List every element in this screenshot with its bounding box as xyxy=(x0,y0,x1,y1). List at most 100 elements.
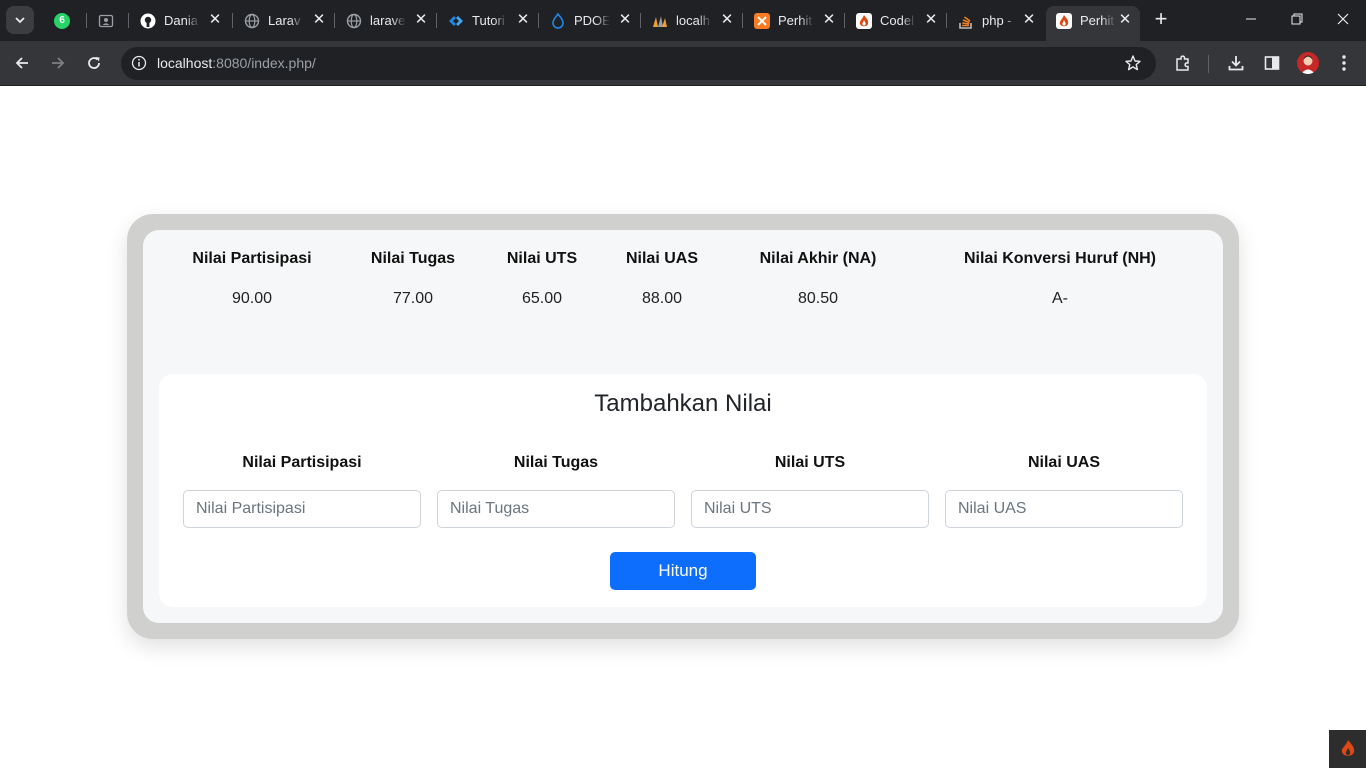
tab-search-button[interactable] xyxy=(6,6,34,34)
tab-title: PDOE xyxy=(574,13,610,28)
uas-input[interactable] xyxy=(945,490,1183,528)
bookmark-star-icon[interactable] xyxy=(1124,54,1142,72)
form-title: Tambahkan Nilai xyxy=(594,390,772,417)
add-grade-form: Tambahkan Nilai Nilai Partisipasi Nilai … xyxy=(159,374,1207,607)
browser-tab[interactable] xyxy=(88,6,126,35)
close-tab-icon[interactable]: ✕ xyxy=(1118,12,1132,27)
field-label: Nilai Partisipasi xyxy=(242,454,362,471)
tab-title: Codel xyxy=(880,13,914,28)
results-header: Nilai Akhir (NA) xyxy=(759,250,877,267)
browser-tab[interactable]: PDOE ✕ xyxy=(540,6,640,35)
result-column: Nilai Akhir (NA) 80.50 xyxy=(743,250,893,308)
close-tab-icon[interactable]: ✕ xyxy=(1022,12,1036,27)
browser-tab[interactable]: larave ✕ xyxy=(336,6,436,35)
codeigniter-debug-toolbar-icon[interactable] xyxy=(1329,730,1366,768)
download-icon[interactable] xyxy=(1226,53,1246,73)
url-text[interactable]: localhost:8080/index.php/ xyxy=(157,55,316,71)
close-tab-icon[interactable]: ✕ xyxy=(720,12,734,27)
codeigniter-icon xyxy=(1056,12,1072,29)
hitung-button[interactable]: Hitung xyxy=(610,552,756,590)
restore-window-icon[interactable] xyxy=(1283,8,1311,32)
close-tab-icon[interactable]: ✕ xyxy=(414,12,428,27)
results-value: 77.00 xyxy=(392,290,434,307)
field-label: Nilai UAS xyxy=(1027,454,1100,471)
results-value: 90.00 xyxy=(231,290,273,307)
result-column: Nilai UTS 65.00 xyxy=(494,250,590,308)
tab-title: Dania xyxy=(164,13,198,28)
results-header: Nilai UAS xyxy=(625,250,698,267)
minimize-window-icon[interactable] xyxy=(1237,8,1265,32)
url-host: localhost xyxy=(157,55,213,71)
profile-avatar[interactable] xyxy=(1297,52,1319,74)
tab-badge: 6 xyxy=(59,15,65,26)
close-tab-icon[interactable]: ✕ xyxy=(822,12,836,27)
tab-title: Perhit xyxy=(1080,13,1114,28)
result-column: Nilai Konversi Huruf (NH) A- xyxy=(949,250,1171,308)
github-icon xyxy=(140,13,156,29)
reload-icon xyxy=(88,57,100,69)
arrow-left-icon xyxy=(15,57,28,69)
extensions-puzzle-icon[interactable] xyxy=(1173,53,1193,73)
results-header: Nilai Partisipasi xyxy=(192,250,312,267)
result-column: Nilai Tugas 77.00 xyxy=(349,250,477,308)
browser-tab[interactable]: Codel ✕ xyxy=(846,6,946,35)
results-value: A- xyxy=(1052,290,1068,307)
new-tab-button[interactable]: + xyxy=(1150,8,1172,31)
codeigniter-icon xyxy=(856,12,872,29)
forward-button[interactable] xyxy=(46,51,70,75)
results-value: 65.00 xyxy=(521,290,563,307)
browser-tab-active[interactable]: Perhit ✕ xyxy=(1046,6,1140,41)
browser-tab[interactable]: Larav ✕ xyxy=(234,6,334,35)
side-panel-icon[interactable] xyxy=(1262,53,1282,73)
stackoverflow-icon xyxy=(958,13,974,29)
phpmyadmin-icon xyxy=(652,13,668,29)
browser-tab[interactable]: Perhit ✕ xyxy=(744,6,844,35)
reload-button[interactable] xyxy=(82,51,106,75)
close-tab-icon[interactable]: ✕ xyxy=(618,12,632,27)
browser-tab[interactable]: 6 xyxy=(44,6,82,35)
field-label: Nilai Tugas xyxy=(513,454,599,471)
close-tab-icon[interactable]: ✕ xyxy=(208,12,222,27)
xampp-icon xyxy=(754,12,770,29)
tugas-input[interactable] xyxy=(437,490,675,528)
chevron-down-icon xyxy=(15,17,25,24)
browser-toolbar: localhost:8080/index.php/ xyxy=(0,41,1366,86)
results-header: Nilai Konversi Huruf (NH) xyxy=(963,250,1156,267)
close-tab-icon[interactable]: ✕ xyxy=(924,12,938,27)
drupal-drop-icon xyxy=(550,12,566,29)
result-column: Nilai Partisipasi 90.00 xyxy=(159,250,345,308)
close-window-icon[interactable] xyxy=(1329,8,1357,32)
close-tab-icon[interactable]: ✕ xyxy=(312,12,326,27)
page-content: Nilai Partisipasi 90.00 Nilai Tugas 77.0… xyxy=(0,87,1366,768)
site-info-icon[interactable] xyxy=(131,55,147,71)
results-value: 80.50 xyxy=(797,290,839,307)
url-path: :8080/index.php/ xyxy=(212,55,316,71)
results-header: Nilai UTS xyxy=(506,250,578,267)
field-group-tugas: Nilai Tugas xyxy=(437,454,675,528)
whatsapp-icon: 6 xyxy=(54,12,70,29)
browser-tab[interactable]: Tutori ✕ xyxy=(438,6,538,35)
result-column: Nilai UAS 88.00 xyxy=(613,250,711,308)
more-menu-icon[interactable] xyxy=(1334,53,1354,73)
contact-card-icon xyxy=(98,13,114,29)
field-label: Nilai UTS xyxy=(774,454,846,471)
browser-tab[interactable]: localh ✕ xyxy=(642,6,742,35)
close-tab-icon[interactable]: ✕ xyxy=(516,12,530,27)
browser-tab-strip: 6 Dania ✕ Larav ✕ larave ✕ Tutori ✕ PDOE… xyxy=(0,0,1366,41)
browser-tab[interactable]: Dania ✕ xyxy=(130,6,230,35)
globe-icon xyxy=(346,13,362,29)
results-value: 88.00 xyxy=(641,290,683,307)
partisipasi-input[interactable] xyxy=(183,490,421,528)
grade-calculator-inner: Nilai Partisipasi 90.00 Nilai Tugas 77.0… xyxy=(143,230,1223,623)
address-bar[interactable]: localhost:8080/index.php/ xyxy=(121,47,1156,80)
field-group-uas: Nilai UAS xyxy=(945,454,1183,528)
tab-title: Tutori xyxy=(472,13,505,28)
globe-icon xyxy=(244,13,260,29)
uts-input[interactable] xyxy=(691,490,929,528)
back-button[interactable] xyxy=(10,51,34,75)
results-header: Nilai Tugas xyxy=(370,250,456,267)
grade-calculator-card: Nilai Partisipasi 90.00 Nilai Tugas 77.0… xyxy=(127,214,1239,639)
tab-title: Larav xyxy=(268,13,301,28)
field-group-uts: Nilai UTS xyxy=(691,454,929,528)
browser-tab[interactable]: php - ✕ xyxy=(948,6,1044,35)
